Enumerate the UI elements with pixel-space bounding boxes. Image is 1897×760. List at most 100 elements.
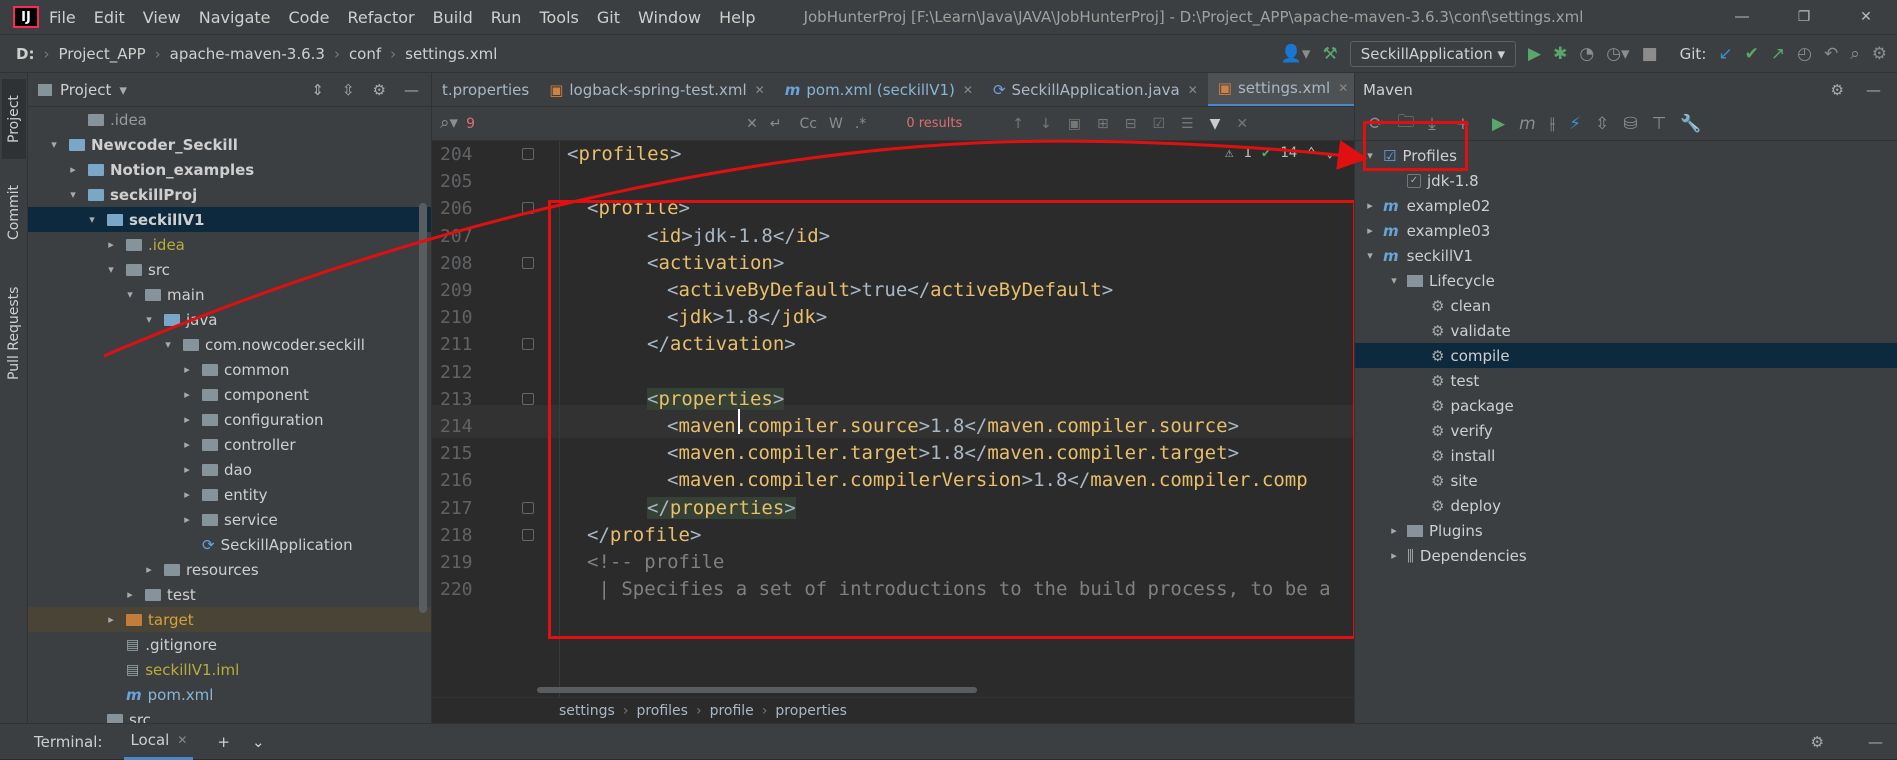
select-all-occurrences-icon[interactable]: ▣ xyxy=(1068,116,1081,132)
tree-item[interactable]: ▸ service xyxy=(28,507,431,532)
project-tree[interactable]: .idea ▾ Newcoder_Seckill ▸ Notion_examples ▾ s… xyxy=(28,107,431,732)
expand-arrow-icon[interactable]: ▾ xyxy=(161,338,175,351)
search-icon[interactable]: ⌕ xyxy=(1850,45,1860,63)
clear-search-icon[interactable]: ✕ xyxy=(746,116,758,132)
tree-item[interactable]: ▸ common xyxy=(28,357,431,382)
expand-all-icon[interactable]: ⇕ xyxy=(311,81,324,99)
collapse-all-icon[interactable]: ⇳ xyxy=(342,81,355,99)
tree-item[interactable]: ▾ seckillProj xyxy=(28,182,431,207)
maven-tree-item[interactable]: ⚙ verify xyxy=(1355,418,1897,443)
nav-crumb[interactable]: conf xyxy=(349,45,381,63)
menu-edit[interactable]: Edit xyxy=(94,8,125,27)
tree-item[interactable]: ⟳ SeckillApplication xyxy=(28,532,431,557)
wrench-icon[interactable]: 🔧 xyxy=(1680,114,1701,134)
inspection-widget[interactable]: ⚠ 1 ✔ 14 ⌃ ⌄ xyxy=(1225,145,1334,161)
rollback-icon[interactable]: ↶ xyxy=(1824,45,1838,63)
expand-arrow-icon[interactable]: ▾ xyxy=(104,263,118,276)
project-tool-tab[interactable]: Project xyxy=(2,79,26,159)
git-commit-icon[interactable]: ✔ xyxy=(1745,45,1759,63)
menu-run[interactable]: Run xyxy=(491,8,522,27)
horizontal-scrollbar[interactable] xyxy=(537,687,977,693)
maven-tree-item[interactable]: ✓ jdk-1.8 xyxy=(1355,168,1897,193)
previous-highlight-icon[interactable]: ⌃ xyxy=(1307,145,1315,161)
fold-marker-icon[interactable] xyxy=(522,202,534,215)
nav-crumb[interactable]: Project_APP xyxy=(58,45,145,63)
editor-tab[interactable]: m pom.xml (seckillV1) ✕ xyxy=(775,73,983,106)
expand-arrow-icon[interactable]: ▸ xyxy=(180,413,194,426)
breadcrumb-item[interactable]: properties xyxy=(775,703,846,719)
maven-tree-item[interactable]: ▸ Plugins xyxy=(1355,518,1897,543)
tree-item[interactable]: ▸ component xyxy=(28,382,431,407)
stop-icon[interactable]: ■ xyxy=(1642,45,1658,63)
add-selection-icon[interactable]: ⊞ xyxy=(1097,116,1109,132)
menu-file[interactable]: File xyxy=(49,8,76,27)
commit-tool-tab[interactable]: Commit xyxy=(2,173,26,253)
run-icon[interactable]: ▶ xyxy=(1492,114,1505,134)
tree-item[interactable]: ▾ src xyxy=(28,257,431,282)
menu-refactor[interactable]: Refactor xyxy=(347,8,414,27)
expand-arrow-icon[interactable]: ▾ xyxy=(1387,274,1401,287)
expand-arrow-icon[interactable]: ▾ xyxy=(66,188,80,201)
maven-tree-item[interactable]: ⚙ compile xyxy=(1355,343,1897,368)
maven-tree-item[interactable]: ▾ Lifecycle xyxy=(1355,268,1897,293)
user-icon[interactable]: 👤▾ xyxy=(1281,45,1311,63)
tree-item[interactable]: ▸ dao xyxy=(28,457,431,482)
tree-item[interactable]: ▤ .gitignore xyxy=(28,632,431,657)
show-dependencies-icon[interactable]: ⛁ xyxy=(1623,114,1637,134)
show-diagram-icon[interactable]: ⊤ xyxy=(1652,114,1667,134)
expand-arrow-icon[interactable]: ▸ xyxy=(180,438,194,451)
tree-item[interactable]: ▸ test xyxy=(28,582,431,607)
editor-tab[interactable]: ▣ settings.xml ✕ xyxy=(1207,73,1354,106)
expand-arrow-icon[interactable]: ▾ xyxy=(1363,249,1377,262)
maven-tree-item[interactable]: ▸ m example02 xyxy=(1355,193,1897,218)
history-icon[interactable]: ◴ xyxy=(1797,45,1812,63)
expand-arrow-icon[interactable]: ▸ xyxy=(104,613,118,626)
close-tab-icon[interactable]: ✕ xyxy=(1188,83,1198,97)
close-tab-icon[interactable]: ✕ xyxy=(1338,81,1348,95)
editor-tab[interactable]: t.properties xyxy=(432,73,539,106)
gear-icon[interactable]: ⚙ xyxy=(373,81,386,99)
menu-help[interactable]: Help xyxy=(719,8,755,27)
minimize-icon[interactable]: ― xyxy=(1711,0,1773,35)
expand-arrow-icon[interactable]: ▸ xyxy=(1363,199,1377,212)
tree-item[interactable]: ▸ .idea xyxy=(28,232,431,257)
match-case-icon[interactable]: Cc xyxy=(800,116,817,132)
gear-icon[interactable]: ⚙ xyxy=(1811,733,1824,751)
close-tab-icon[interactable]: ✕ xyxy=(755,83,765,97)
nav-crumb[interactable]: apache-maven-3.6.3 xyxy=(170,45,325,63)
fold-marker-icon[interactable] xyxy=(522,256,534,269)
close-find-icon[interactable]: ✕ xyxy=(1236,116,1248,132)
expand-arrow-icon[interactable]: ▸ xyxy=(1387,524,1401,537)
tree-item[interactable]: ▸ resources xyxy=(28,557,431,582)
run-config-select[interactable]: SeckillApplication ▾ xyxy=(1349,41,1517,67)
maven-tree-item[interactable]: ▸ m example03 xyxy=(1355,218,1897,243)
project-scrollbar[interactable] xyxy=(419,203,427,613)
tree-item[interactable]: ▤ seckillV1.iml xyxy=(28,657,431,682)
expand-arrow-icon[interactable]: ▸ xyxy=(1363,224,1377,237)
expand-arrow-icon[interactable]: ▸ xyxy=(142,563,156,576)
tree-item[interactable]: ▸ Notion_examples xyxy=(28,157,431,182)
whole-word-icon[interactable]: W xyxy=(829,116,843,132)
next-occurrence-icon[interactable]: ↓ xyxy=(1040,116,1052,132)
execute-goal-icon[interactable]: m xyxy=(1519,114,1536,134)
expand-arrow-icon[interactable]: ▸ xyxy=(180,488,194,501)
maven-tree-item[interactable]: ⚙ site xyxy=(1355,468,1897,493)
git-push-icon[interactable]: ↗ xyxy=(1771,45,1785,63)
expand-arrow-icon[interactable]: ▾ xyxy=(123,288,137,301)
chevron-down-icon[interactable]: ⌄ xyxy=(252,733,265,751)
find-input[interactable]: 9 xyxy=(466,116,746,132)
maven-tree-item[interactable]: ▸ ⫼ Dependencies xyxy=(1355,543,1897,568)
expand-arrow-icon[interactable]: ▸ xyxy=(1387,549,1401,562)
maven-tree-item[interactable]: ⚙ package xyxy=(1355,393,1897,418)
tree-item[interactable]: ▸ target xyxy=(28,607,431,632)
chevron-down-icon[interactable]: ▾ xyxy=(119,81,127,99)
pull-requests-tool-tab[interactable]: Pull Requests xyxy=(2,273,26,393)
fold-marker-icon[interactable] xyxy=(522,501,534,514)
checkbox-checked-icon[interactable]: ✓ xyxy=(1407,173,1421,188)
tree-item[interactable]: ▸ configuration xyxy=(28,407,431,432)
close-icon[interactable]: ✕ xyxy=(177,733,187,747)
maven-tree-item[interactable]: ⚙ install xyxy=(1355,443,1897,468)
nav-crumb[interactable]: settings.xml xyxy=(405,45,497,63)
expand-arrow-icon[interactable]: ▾ xyxy=(142,313,156,326)
tree-item[interactable]: ▾ com.nowcoder.seckill xyxy=(28,332,431,357)
